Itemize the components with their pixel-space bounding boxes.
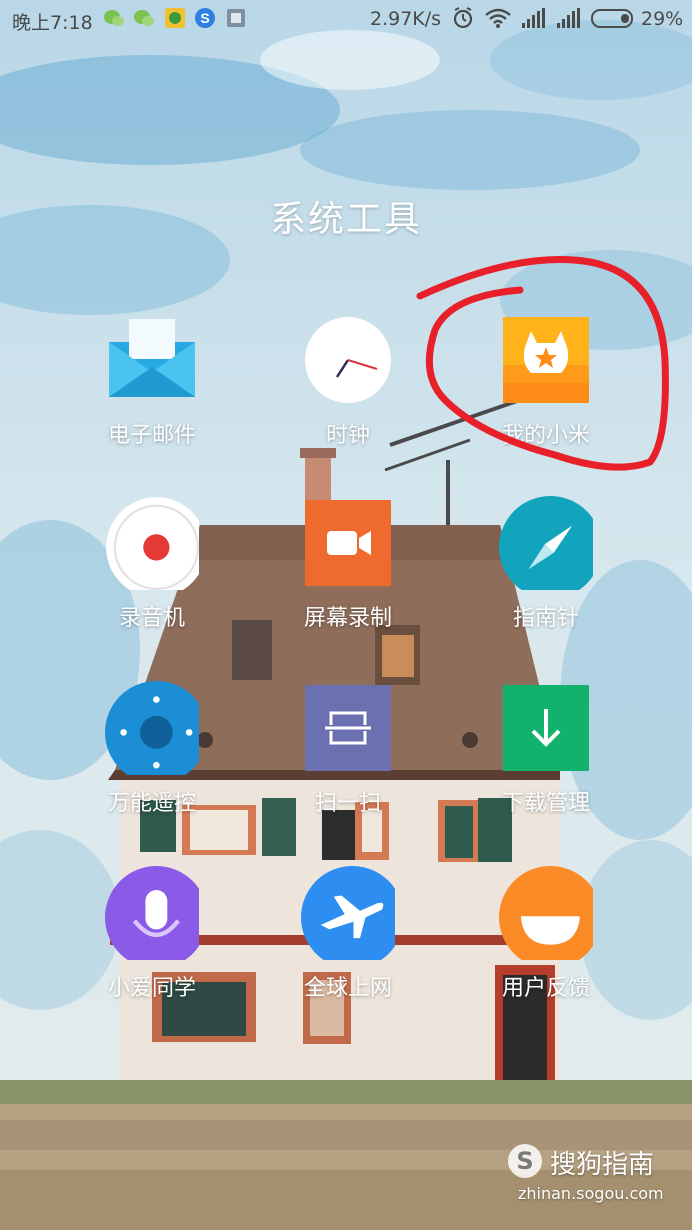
battery-percent: 29%: [641, 8, 684, 30]
app-label: 我的小米: [501, 423, 590, 448]
app-label: 指南针: [512, 606, 579, 631]
mail-icon: [109, 319, 195, 397]
app-label: 扫一扫: [314, 791, 381, 816]
sogou-logo-icon: S: [508, 1144, 542, 1178]
app-notification-icon: [165, 8, 185, 28]
signal-icon: [557, 8, 580, 28]
screenshot-icon: [227, 9, 245, 27]
folder-title[interactable]: 系统工具: [0, 190, 692, 242]
remote-control-icon: [105, 681, 199, 775]
app-compass[interactable]: 指南针: [456, 496, 636, 660]
network-speed: 2.97K/s: [370, 8, 442, 30]
wechat-icon: [104, 10, 124, 26]
app-xiaoai[interactable]: 小爱同学: [62, 866, 242, 1030]
app-scan[interactable]: 扫一扫: [258, 685, 438, 845]
microphone-icon: [105, 866, 199, 960]
app-my-xiaomi[interactable]: 我的小米: [456, 317, 636, 477]
signal-icon: [522, 8, 545, 28]
app-recorder[interactable]: 录音机: [62, 497, 242, 660]
alarm-icon: [453, 7, 473, 29]
compass-icon: [499, 496, 593, 590]
watermark-name: 搜狗指南: [550, 1150, 655, 1180]
app-global-internet[interactable]: 全球上网: [258, 866, 438, 1030]
watermark-url: zhinan.sogou.com: [518, 1184, 664, 1203]
app-label: 用户反馈: [501, 976, 590, 1001]
app-label: 时钟: [325, 423, 370, 448]
status-bar: 晚上7:18 S 2.97K/s 29%: [0, 0, 692, 38]
app-label: 电子邮件: [107, 423, 196, 448]
sogou-icon: S: [195, 8, 215, 28]
video-camera-icon: [305, 500, 391, 586]
app-label: 下载管理: [501, 791, 590, 816]
download-icon: [503, 685, 589, 771]
wifi-icon: [485, 8, 511, 28]
clock-icon: [305, 317, 391, 403]
app-screen-recorder[interactable]: 屏幕录制: [258, 500, 438, 660]
smile-feedback-icon: [499, 866, 593, 960]
app-email[interactable]: 电子邮件: [62, 317, 242, 477]
svg-text:S: S: [200, 10, 209, 26]
app-label: 屏幕录制: [303, 606, 392, 631]
mi-bunny-icon: [503, 317, 589, 403]
app-feedback[interactable]: 用户反馈: [456, 866, 636, 1030]
status-time: 晚上7:18: [12, 12, 93, 34]
app-label: 录音机: [118, 606, 185, 631]
app-label: 全球上网: [303, 976, 392, 1001]
app-label: 万能遥控: [107, 791, 196, 816]
wechat-icon: [134, 10, 154, 26]
sogou-watermark: S 搜狗指南 zhinan.sogou.com: [508, 1138, 688, 1208]
app-remote-control[interactable]: 万能遥控: [62, 681, 242, 845]
battery-icon: [591, 9, 633, 28]
app-clock[interactable]: 时钟: [258, 317, 438, 477]
airplane-icon: [301, 866, 395, 960]
app-label: 小爱同学: [107, 976, 196, 1001]
record-icon: [106, 497, 199, 590]
scan-icon: [305, 685, 391, 771]
app-download-manager[interactable]: 下载管理: [456, 685, 636, 845]
